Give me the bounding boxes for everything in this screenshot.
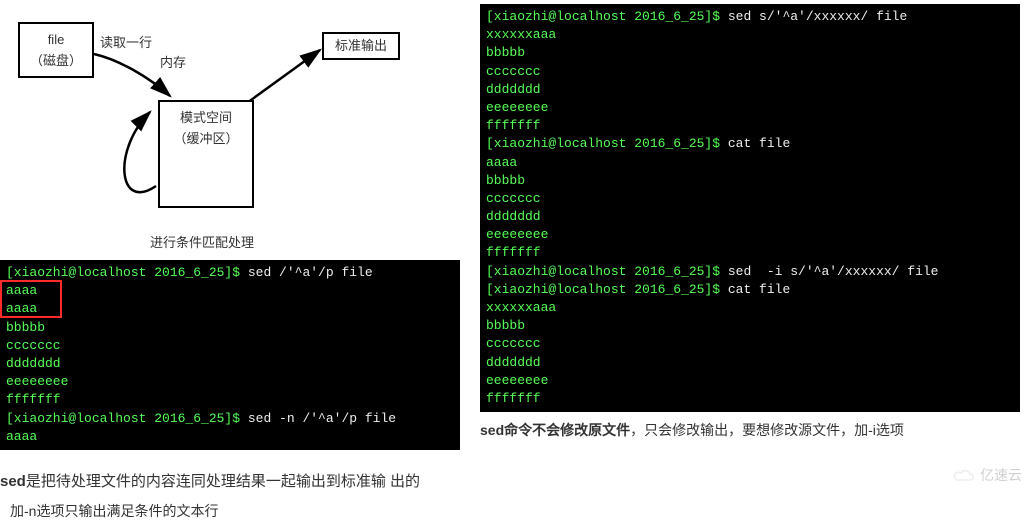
command-text: sed -i s/'^a'/xxxxxx/ file (728, 264, 939, 279)
terminal-output: bbbbb (486, 317, 1014, 335)
terminal-output: fffffff (486, 390, 1014, 408)
read-line-label: 读取一行 (100, 32, 152, 51)
sed-flow-diagram: file （磁盘） 模式空间 （缓冲区） 标准输出 读取一行 内存 进行条件匹配… (0, 0, 460, 260)
terminal-output: bbbbb (486, 44, 1014, 62)
terminal-output: eeeeeeee (486, 226, 1014, 244)
right-terminal: [xiaozhi@localhost 2016_6_25]$ sed s/'^a… (480, 4, 1020, 412)
terminal-output: ccccccc (486, 63, 1014, 81)
file-box-label2: （磁盘） (20, 51, 92, 72)
left-caption-1: sed是把待处理文件的内容连同处理结果一起输出到标准输 出的 (0, 470, 470, 491)
terminal-output: aaaa (486, 154, 1014, 172)
terminal-output: bbbbb (486, 172, 1014, 190)
file-disk-box: file （磁盘） (18, 22, 94, 78)
pattern-box-label2: （缓冲区） (160, 129, 252, 150)
prompt: [xiaozhi@localhost 2016_6_25]$ (6, 265, 248, 280)
terminal-output: fffffff (486, 244, 1014, 262)
command-text: cat file (728, 136, 790, 151)
terminal-output: ddddddd (486, 354, 1014, 372)
command-text: sed s/'^a'/xxxxxx/ file (728, 9, 907, 24)
prompt: [xiaozhi@localhost 2016_6_25]$ (6, 411, 248, 426)
left-terminal: [xiaozhi@localhost 2016_6_25]$ sed /'^a'… (0, 260, 460, 450)
cloud-icon (954, 468, 976, 482)
prompt: [xiaozhi@localhost 2016_6_25]$ (486, 264, 728, 279)
command-text: sed -n /'^a'/p file (248, 411, 396, 426)
terminal-output: aaaa (6, 300, 454, 318)
terminal-output: ccccccc (486, 335, 1014, 353)
file-box-label1: file (20, 30, 92, 51)
watermark: 亿速云 (954, 465, 1022, 485)
terminal-output: aaaa (6, 428, 454, 446)
terminal-output: eeeeeeee (486, 99, 1014, 117)
stdout-box: 标准输出 (322, 32, 400, 60)
right-caption: sed命令不会修改原文件，只会修改输出，要想修改源文件，加-i选项 (480, 420, 1020, 440)
caption-text: ，只会修改输出，要想修改源文件，加-i选项 (630, 422, 904, 438)
terminal-output: ddddddd (486, 208, 1014, 226)
terminal-output: xxxxxxaaa (486, 26, 1014, 44)
left-caption-2: 加-n选项只输出满足条件的文本行 (0, 501, 470, 521)
terminal-output: ddddddd (6, 355, 454, 373)
pattern-space-box: 模式空间 （缓冲区） (158, 100, 254, 208)
memory-label: 内存 (160, 52, 186, 71)
terminal-output: fffffff (486, 117, 1014, 135)
terminal-output: eeeeeeee (6, 373, 454, 391)
prompt: [xiaozhi@localhost 2016_6_25]$ (486, 9, 728, 24)
terminal-output: bbbbb (6, 319, 454, 337)
terminal-output: ddddddd (486, 81, 1014, 99)
prompt: [xiaozhi@localhost 2016_6_25]$ (486, 282, 728, 297)
stdout-box-label: 标准输出 (335, 38, 387, 53)
terminal-output: xxxxxxaaa (486, 299, 1014, 317)
terminal-output: ccccccc (486, 190, 1014, 208)
bold-sed: sed (0, 473, 26, 490)
bold-text: sed命令不会修改原文件 (480, 422, 630, 438)
pattern-box-label1: 模式空间 (160, 108, 252, 129)
terminal-output: fffffff (6, 391, 454, 409)
match-process-label: 进行条件匹配处理 (150, 232, 254, 251)
terminal-output: ccccccc (6, 337, 454, 355)
terminal-output: aaaa (6, 282, 454, 300)
watermark-text: 亿速云 (980, 465, 1022, 485)
prompt: [xiaozhi@localhost 2016_6_25]$ (486, 136, 728, 151)
command-text: sed /'^a'/p file (248, 265, 373, 280)
terminal-output: eeeeeeee (486, 372, 1014, 390)
command-text: cat file (728, 282, 790, 297)
caption-text: 是把待处理文件的内容连同处理结果一起输出到标准输 出的 (26, 473, 420, 490)
